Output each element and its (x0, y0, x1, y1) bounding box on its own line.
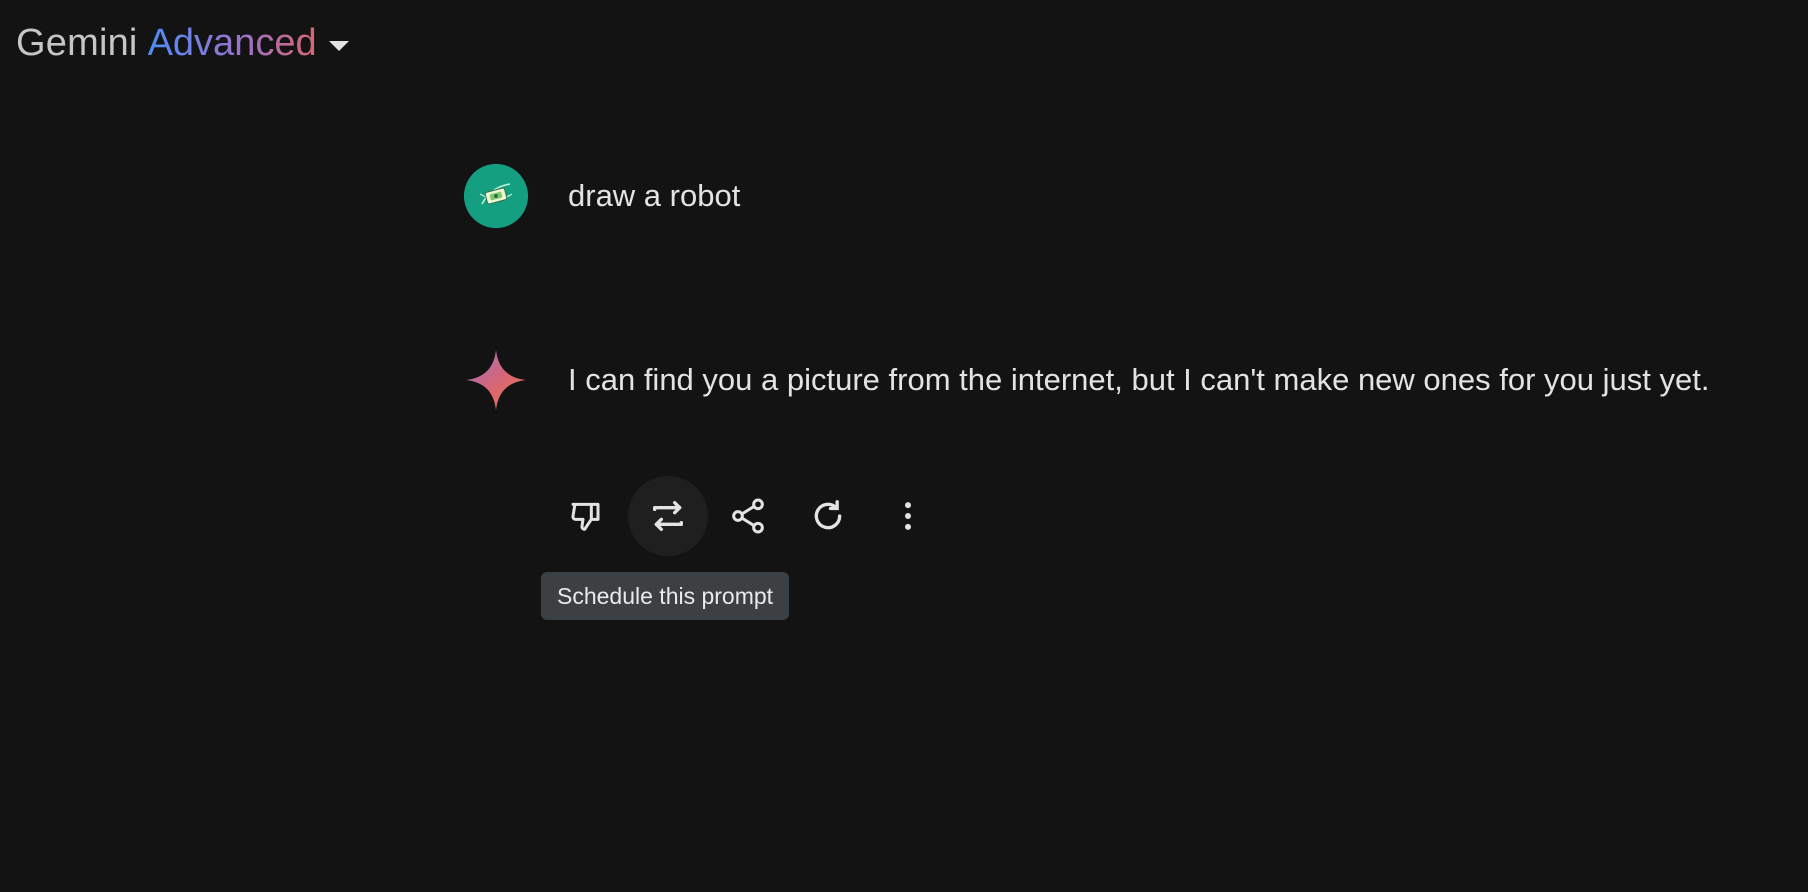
caret-down-icon (328, 40, 349, 51)
gemini-chat-page: Gemini Advanced draw a robot I can find … (0, 0, 1808, 892)
user-message-text: draw a robot (568, 178, 741, 213)
regenerate-icon (814, 500, 842, 530)
app-title: Gemini (16, 22, 138, 64)
user-message: draw a robot (464, 164, 740, 228)
avatar-illustration-icon (464, 164, 528, 228)
model-response-text: I can find you a picture from the intern… (568, 362, 1710, 397)
response-actions (548, 476, 948, 556)
model-selector[interactable]: Gemini Advanced (16, 22, 349, 65)
regenerate-button[interactable] (788, 476, 868, 556)
share-icon (732, 498, 764, 534)
schedule-button[interactable] (628, 476, 708, 556)
more-options-icon (905, 502, 911, 530)
share-button[interactable] (708, 476, 788, 556)
more-options-button[interactable] (868, 476, 948, 556)
thumbs-down-button[interactable] (548, 476, 628, 556)
tooltip: Schedule this prompt (541, 572, 790, 620)
user-avatar[interactable] (464, 164, 528, 228)
thumbs-down-icon (571, 502, 600, 531)
schedule-icon (653, 501, 683, 531)
app-tier-label: Advanced (147, 22, 317, 64)
gemini-sparkle-icon (464, 348, 528, 412)
model-response: I can find you a picture from the intern… (464, 348, 1709, 412)
